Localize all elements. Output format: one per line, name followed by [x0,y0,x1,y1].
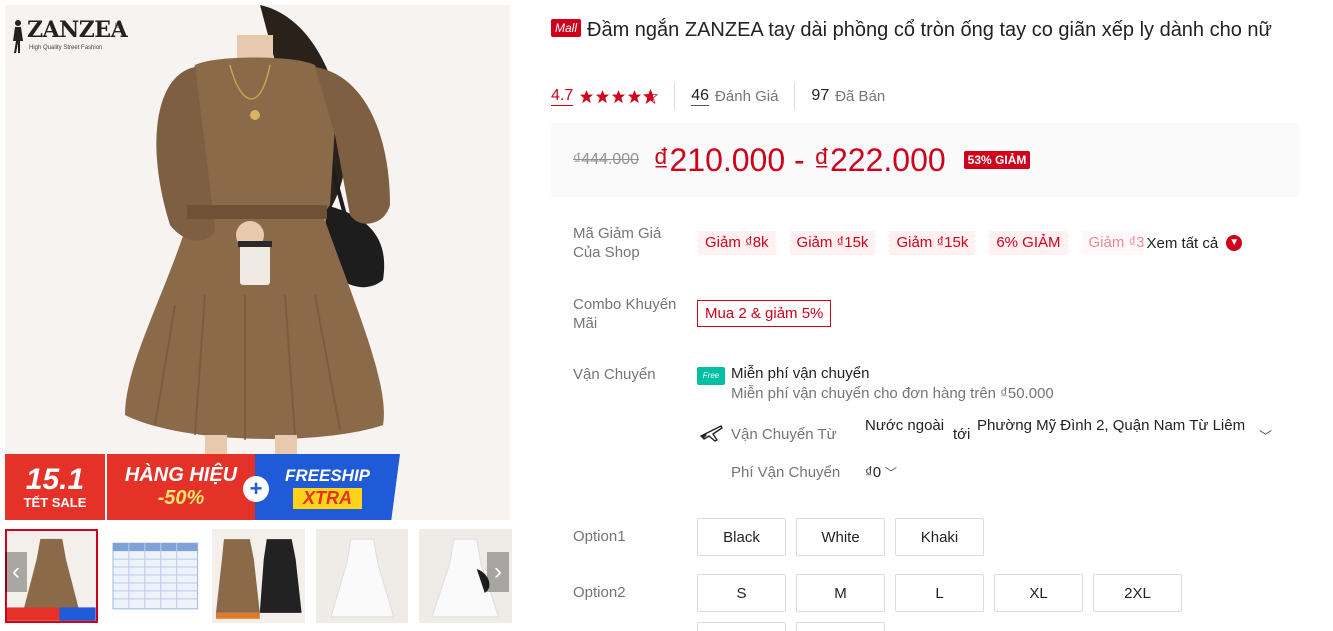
price-box: ₫444.000 ₫210.000 - ₫222.000 53% GIẢM [551,123,1299,197]
option-button[interactable]: Black [697,518,786,556]
option-button[interactable]: Khaki [895,518,984,556]
voucher-tag[interactable]: Giảm ₫8k [697,231,777,255]
sold-label: Đã Bán [835,87,886,105]
option-button[interactable]: White [796,518,885,556]
product-stats: 4.7 46 Đánh Giá 97 Đã Bán [551,82,917,110]
sold-stat: 97 Đã Bán [811,82,901,110]
star-icon [596,89,610,103]
thumbnail[interactable] [108,529,202,623]
option-button[interactable] [796,622,885,631]
shipping-fee-label: Phí Vận Chuyển [731,464,841,481]
brand-logo-tagline: High Quality Street Fashion [29,45,103,51]
shipping-section: Free Miễn phí vận chuyển Miễn phí vận ch… [697,364,1297,481]
option2-label: Option2 [573,584,626,601]
current-price: ₫210.000 - ₫222.000 [653,141,946,178]
product-title-row: Mall Đầm ngắn ZANZEA tay dài phồng cổ trò… [551,17,1299,44]
voucher-tag[interactable]: Giảm ₫15k [888,231,977,255]
banner-date-sub: TẾT SALE [23,494,87,510]
banner-date-block: 15.1 TẾT SALE [5,454,105,520]
rating-stars [579,88,659,104]
free-shipping-title: Miễn phí vận chuyển [731,365,870,382]
chevron-down-icon[interactable]: ﹀ [885,464,897,481]
gallery-prev-button[interactable]: ‹ [5,552,27,592]
banner-freeship-line2: XTRA [293,487,362,509]
shipping-route: Vận Chuyển Từ Nước ngoài tới Phường Mỹ Đ… [697,416,1297,445]
option-button[interactable]: L [895,574,984,612]
star-icon [612,89,626,103]
see-all-label: Xem tất cả [1146,234,1219,252]
banner-brand-line1: HÀNG HIỆU [124,464,238,486]
sold-count: 97 [811,87,830,104]
option2-list: S M L XL 2XL [697,574,1182,612]
thumbnail-strip [5,529,512,623]
combo-label: Combo Khuyến Mãi [573,296,677,332]
option-button[interactable]: M [796,574,885,612]
plus-icon: + [243,476,269,502]
chevron-down-icon[interactable]: ﹀ [1259,426,1272,445]
product-title: Đầm ngắn ZANZEA tay dài phồng cổ tròn ốn… [587,19,1272,41]
thumbnail-image [315,529,409,623]
free-shipping-icon: Free [697,367,725,385]
shipping-fee-row: Phí Vận Chuyển ₫0 ﹀ [731,464,897,481]
combo-offer[interactable]: Mua 2 & giảm 5% [697,300,832,327]
thumbnail[interactable] [315,529,409,623]
rating-stat[interactable]: 4.7 [551,82,676,110]
option-button[interactable]: XL [994,574,1083,612]
star-icon [628,89,642,103]
ship-from-label: Vận Chuyển Từ [731,426,837,443]
ship-origin: Nước ngoài [865,417,945,434]
ship-to-label: tới [953,426,971,443]
banner-brand-block: HÀNG HIỆU -50% + [105,454,269,520]
shipping-fee-value[interactable]: ₫0 [865,464,881,481]
thumbnail-image [108,529,202,623]
reviews-label: Đánh Giá [715,87,779,105]
banner-freeship-block: FREESHIP XTRA [255,454,400,520]
vouchers-label: Mã Giảm Giá Của Shop [573,225,662,261]
voucher-tag[interactable]: Giảm ₫15k [788,231,877,255]
dress-illustration [5,5,510,520]
free-shipping-info: Free Miễn phí vận chuyển Miễn phí vận ch… [697,364,1297,404]
voucher-tag[interactable]: 6% GIẢM [988,231,1069,255]
thumbnail[interactable] [212,529,305,623]
option1-label: Option1 [573,528,626,545]
option-button[interactable] [697,622,786,631]
rating-value: 4.7 [551,86,574,106]
brand-logo: ZANZEA ® High Quality Street Fashion [11,17,128,53]
discount-badge: 53% GIẢM [963,151,1031,169]
shipping-label: Vận Chuyển [573,366,656,383]
brand-logo-text: ZANZEA [27,17,128,43]
banner-date: 15.1 [25,462,85,496]
voucher-tag[interactable]: Giảm ₫3 [1080,231,1145,255]
see-all-vouchers-button[interactable]: Xem tất cả ▼ [1147,235,1243,252]
gallery-next-button[interactable]: › [487,552,509,592]
banner-freeship-line1: FREESHIP [284,465,371,485]
brand-logo-reg: ® [115,21,121,30]
reviews-count: 46 [691,86,710,106]
star-half-icon [643,88,659,104]
option2-list-row2 [697,622,885,631]
brand-figure-icon [13,20,23,53]
product-gallery: ZANZEA ® High Quality Street Fashion 15.… [5,5,512,631]
banner-brand-line2: -50% [157,487,205,509]
mall-badge: Mall [551,19,582,37]
ship-destination[interactable]: Phường Mỹ Đình 2, Quận Nam Từ Liêm [977,416,1259,435]
voucher-list: Giảm ₫8k Giảm ₫15k Giảm ₫15k 6% GIẢM Giả… [697,231,1243,255]
original-price: ₫444.000 [573,151,640,168]
free-shipping-sub: Miễn phí vận chuyển cho đơn hàng trên ₫5… [731,385,1054,402]
chevron-down-icon: ▼ [1226,235,1243,251]
sale-banner: 15.1 TẾT SALE HÀNG HIỆU -50% + FREESHIP … [5,454,400,520]
thumbnail-image [212,529,305,623]
option-button[interactable]: 2XL [1093,574,1182,612]
option1-list: Black White Khaki [697,518,984,556]
airplane-icon [700,425,723,442]
reviews-stat[interactable]: 46 Đánh Giá [691,82,796,110]
option-button[interactable]: S [697,574,786,612]
star-icon [580,89,594,103]
main-product-image[interactable]: ZANZEA ® High Quality Street Fashion 15.… [5,5,510,520]
